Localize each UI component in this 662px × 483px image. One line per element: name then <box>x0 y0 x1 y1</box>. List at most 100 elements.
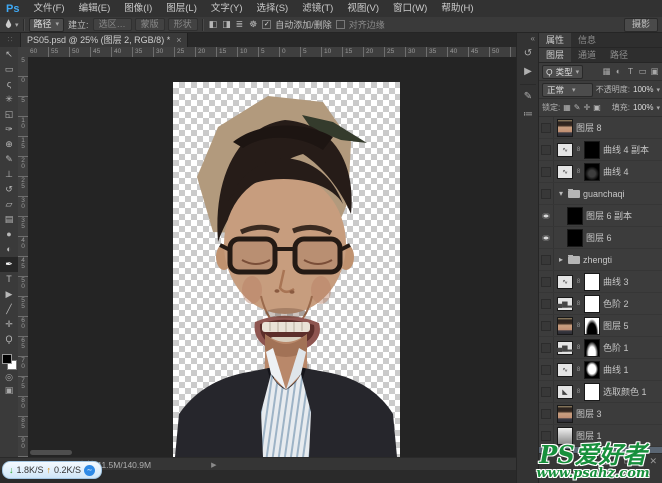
document-tab[interactable]: PS05.psd @ 25% (图层 2, RGB/8) * × <box>21 33 188 47</box>
lock-all-icon[interactable]: ▣ <box>593 103 601 112</box>
tab-layers[interactable]: 图层 <box>539 48 571 62</box>
hand-tool[interactable]: ✛ <box>0 317 18 332</box>
menu-item-edit[interactable]: 编辑(E) <box>72 0 118 17</box>
pen-preset-button[interactable]: ▾ <box>4 19 19 30</box>
tab-info[interactable]: 信息 <box>571 33 603 47</box>
history-brush-tool[interactable]: ↺ <box>0 182 18 197</box>
group-open-icon[interactable]: ▾ <box>557 189 565 198</box>
lasso-tool[interactable]: ς <box>0 77 18 92</box>
visibility-toggle[interactable] <box>539 381 554 402</box>
visibility-toggle[interactable] <box>539 271 554 292</box>
layer-row[interactable]: ∿8曲线 4 <box>539 161 662 183</box>
filter-pixel-icon[interactable]: ▦ <box>601 66 612 77</box>
clone-source-panel-icon[interactable]: ≔ <box>518 106 538 124</box>
layer-thumbnail[interactable] <box>557 119 573 137</box>
layer-row[interactable]: ◣8选取颜色 1 <box>539 381 662 403</box>
healing-brush-tool[interactable]: ⊕ <box>0 137 18 152</box>
visibility-toggle[interactable] <box>539 359 554 380</box>
make-button-0[interactable]: 选区… <box>93 18 132 31</box>
visibility-toggle[interactable] <box>539 117 554 138</box>
layer-row[interactable]: 图层 8 <box>539 117 662 139</box>
menu-item-file[interactable]: 文件(F) <box>26 0 71 17</box>
workspace-button[interactable]: 摄影 <box>624 18 658 32</box>
tab-properties[interactable]: 属性 <box>539 33 571 47</box>
tool-mode-select[interactable]: 路径 ▾ <box>29 18 65 32</box>
actions-panel-icon[interactable]: ▶ <box>518 63 538 81</box>
menu-item-select[interactable]: 选择(S) <box>250 0 296 17</box>
visibility-toggle[interactable] <box>539 337 554 358</box>
mask-thumbnail[interactable] <box>584 361 600 379</box>
mask-thumbnail[interactable] <box>584 317 600 335</box>
line-tool[interactable]: ╱ <box>0 302 18 317</box>
close-icon[interactable]: × <box>176 33 181 47</box>
mask-thumbnail[interactable] <box>584 141 600 159</box>
quick-select-tool[interactable]: ✳ <box>0 92 18 107</box>
move-tool[interactable]: ↖ <box>0 47 18 62</box>
menu-item-image[interactable]: 图像(I) <box>117 0 159 17</box>
gear-icon[interactable]: ☸ <box>248 19 258 30</box>
visibility-toggle[interactable] <box>539 315 554 336</box>
layer-row[interactable]: 图层 6 副本 <box>539 205 662 227</box>
layer-row[interactable]: ▄▆▂8色阶 1 <box>539 337 662 359</box>
curves-adjustment-icon[interactable]: ∿ <box>557 143 573 157</box>
marquee-tool[interactable]: ▭ <box>0 62 18 77</box>
menu-item-type[interactable]: 文字(Y) <box>204 0 250 17</box>
layer-row[interactable]: ∿8曲线 1 <box>539 359 662 381</box>
blend-mode-select[interactable]: 正常 ▾ <box>542 83 593 97</box>
mask-thumbnail[interactable] <box>584 383 600 401</box>
make-button-2[interactable]: 形状 <box>168 18 198 31</box>
history-panel-icon[interactable]: ↺ <box>518 45 538 63</box>
lock-transparency-icon[interactable]: ▦ <box>563 103 571 112</box>
path-arrange-icon[interactable]: ≣ <box>235 19 245 30</box>
visibility-toggle[interactable] <box>539 205 554 226</box>
auto-add-checkbox[interactable]: ✓ <box>262 20 271 29</box>
transparent-canvas[interactable] <box>173 82 400 457</box>
visibility-toggle[interactable] <box>539 183 554 204</box>
chevron-down-icon[interactable]: ▾ <box>656 86 660 94</box>
tab-channels[interactable]: 通道 <box>571 48 603 62</box>
mask-thumbnail[interactable] <box>584 163 600 181</box>
filter-smart-icon[interactable]: ▣ <box>649 66 660 77</box>
group-closed-icon[interactable]: ▸ <box>557 255 565 264</box>
levels-adjustment-icon[interactable]: ▄▆▂ <box>557 341 573 355</box>
brush-tool[interactable]: ✎ <box>0 152 18 167</box>
filter-type-icon[interactable]: T <box>625 66 636 77</box>
lock-paint-icon[interactable]: ✎ <box>574 103 581 112</box>
crop-tool[interactable]: ◱ <box>0 107 18 122</box>
path-operations-icon[interactable]: ◧ <box>208 19 219 30</box>
selective-adjustment-icon[interactable]: ◣ <box>557 385 573 399</box>
make-button-1[interactable]: 蒙版 <box>135 18 165 31</box>
visibility-toggle[interactable] <box>539 249 554 270</box>
filter-adjustment-icon[interactable]: ◐ <box>613 66 624 77</box>
network-speed-widget[interactable]: ↓ 1.8K/S ↑ 0.2K/S ∼ <box>2 461 102 479</box>
visibility-toggle[interactable] <box>539 161 554 182</box>
chevron-down-icon[interactable]: ▾ <box>656 104 660 112</box>
curves-adjustment-icon[interactable]: ∿ <box>557 165 573 179</box>
align-edges-checkbox[interactable] <box>336 20 345 29</box>
opacity-value[interactable]: 100% <box>633 85 653 94</box>
curves-adjustment-icon[interactable]: ∿ <box>557 275 573 289</box>
fill-value[interactable]: 100% <box>633 103 653 112</box>
menu-item-window[interactable]: 窗口(W) <box>386 0 434 17</box>
mask-thumbnail[interactable] <box>584 273 600 291</box>
visibility-toggle[interactable] <box>539 293 554 314</box>
brush-presets-panel-icon[interactable]: ✎ <box>518 88 538 106</box>
canvas-pasteboard[interactable] <box>28 57 516 457</box>
filter-shape-icon[interactable]: ▭ <box>637 66 648 77</box>
curves-adjustment-icon[interactable]: ∿ <box>557 363 573 377</box>
mask-thumbnail[interactable] <box>584 295 600 313</box>
menu-item-layer[interactable]: 图层(L) <box>159 0 204 17</box>
panel-grip[interactable]: ∷ <box>0 33 21 47</box>
layer-thumbnail[interactable] <box>557 317 573 335</box>
levels-adjustment-icon[interactable]: ▄▆▂ <box>557 297 573 311</box>
pen-tool[interactable]: ✒ <box>0 257 18 272</box>
layer-row[interactable]: 8图层 5 <box>539 315 662 337</box>
menu-item-filter[interactable]: 滤镜(T) <box>295 0 340 17</box>
visibility-toggle[interactable] <box>539 403 554 424</box>
filter-kind-select[interactable]: Ϙ 类型 ▾ <box>542 65 583 79</box>
layer-row[interactable]: ▸zhengti <box>539 249 662 271</box>
tab-paths[interactable]: 路径 <box>603 48 635 62</box>
path-alignment-icon[interactable]: ◨ <box>221 19 232 30</box>
quick-mask-button[interactable]: ◎ <box>0 371 18 384</box>
blur-tool[interactable]: ● <box>0 227 18 242</box>
